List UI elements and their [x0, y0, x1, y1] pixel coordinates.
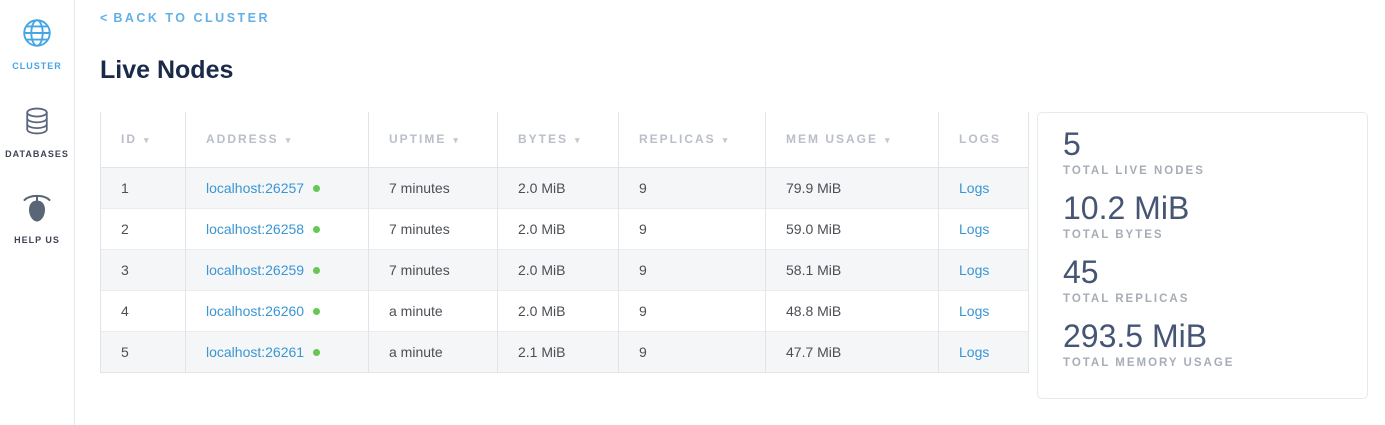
node-uptime-cell: a minute [369, 290, 498, 331]
table-body: 1 localhost:26257 7 minutes 2.0 MiB 9 79… [101, 167, 1029, 372]
node-address-cell: localhost:26257 [186, 167, 369, 208]
stat-total-bytes: 10.2 MiB TOTAL BYTES [1063, 190, 1367, 241]
column-header-uptime[interactable]: UPTIME▾ [369, 112, 498, 167]
stat-label: TOTAL MEMORY USAGE [1063, 357, 1367, 369]
sidebar: CLUSTER DATABASES HELP US [0, 0, 75, 425]
node-live-dot [313, 185, 320, 192]
sort-arrow-icon: ▾ [144, 135, 151, 145]
node-uptime-cell: a minute [369, 331, 498, 372]
node-logs-link[interactable]: Logs [959, 221, 989, 237]
table-row: 3 localhost:26259 7 minutes 2.0 MiB 9 58… [101, 249, 1029, 290]
column-header-logs: LOGS [939, 112, 1029, 167]
node-mem-usage-cell: 79.9 MiB [766, 167, 939, 208]
sort-arrow-icon: ▾ [453, 135, 460, 145]
node-address-cell: localhost:26261 [186, 331, 369, 372]
node-bytes-cell: 2.1 MiB [498, 331, 619, 372]
node-replicas-cell: 9 [619, 208, 766, 249]
column-header-replicas[interactable]: REPLICAS▾ [619, 112, 766, 167]
stat-label: TOTAL BYTES [1063, 229, 1367, 241]
summary-panel: 5 TOTAL LIVE NODES 10.2 MiB TOTAL BYTES … [1037, 112, 1368, 399]
table-row: 1 localhost:26257 7 minutes 2.0 MiB 9 79… [101, 167, 1029, 208]
databases-icon [21, 104, 53, 143]
node-id-cell: 4 [101, 290, 186, 331]
node-uptime-cell: 7 minutes [369, 167, 498, 208]
node-logs-cell: Logs [939, 249, 1029, 290]
node-bytes-cell: 2.0 MiB [498, 167, 619, 208]
stat-value: 293.5 MiB [1063, 318, 1367, 355]
back-chevron-icon: < [100, 11, 107, 25]
stat-label: TOTAL REPLICAS [1063, 293, 1367, 305]
node-live-dot [313, 267, 320, 274]
node-uptime-cell: 7 minutes [369, 249, 498, 290]
node-address-link[interactable]: localhost:26258 [206, 221, 304, 237]
sidebar-item-label: HELP US [14, 235, 60, 245]
node-logs-link[interactable]: Logs [959, 262, 989, 278]
node-replicas-cell: 9 [619, 167, 766, 208]
stat-value: 5 [1063, 126, 1367, 163]
sidebar-item-label: CLUSTER [12, 61, 62, 71]
globe-icon [20, 16, 54, 55]
stat-total-replicas: 45 TOTAL REPLICAS [1063, 254, 1367, 305]
node-id-cell: 1 [101, 167, 186, 208]
node-id-cell: 3 [101, 249, 186, 290]
node-logs-link[interactable]: Logs [959, 303, 989, 319]
table-row: 4 localhost:26260 a minute 2.0 MiB 9 48.… [101, 290, 1029, 331]
back-link-label: BACK TO CLUSTER [113, 11, 270, 25]
node-logs-cell: Logs [939, 208, 1029, 249]
node-mem-usage-cell: 59.0 MiB [766, 208, 939, 249]
node-address-cell: localhost:26260 [186, 290, 369, 331]
node-bytes-cell: 2.0 MiB [498, 208, 619, 249]
node-address-link[interactable]: localhost:26257 [206, 180, 304, 196]
cockroach-icon [22, 192, 52, 229]
node-address-link[interactable]: localhost:26259 [206, 262, 304, 278]
node-bytes-cell: 2.0 MiB [498, 290, 619, 331]
node-id-cell: 5 [101, 331, 186, 372]
node-logs-link[interactable]: Logs [959, 344, 989, 360]
node-id-cell: 2 [101, 208, 186, 249]
node-address-cell: localhost:26259 [186, 249, 369, 290]
page-title: Live Nodes [100, 56, 233, 85]
node-logs-cell: Logs [939, 331, 1029, 372]
table-row: 2 localhost:26258 7 minutes 2.0 MiB 9 59… [101, 208, 1029, 249]
node-logs-link[interactable]: Logs [959, 180, 989, 196]
node-live-dot [313, 308, 320, 315]
sort-arrow-icon: ▾ [885, 135, 892, 145]
sort-arrow-icon: ▾ [286, 135, 293, 145]
node-mem-usage-cell: 58.1 MiB [766, 249, 939, 290]
node-bytes-cell: 2.0 MiB [498, 249, 619, 290]
node-live-dot [313, 349, 320, 356]
node-replicas-cell: 9 [619, 249, 766, 290]
node-mem-usage-cell: 48.8 MiB [766, 290, 939, 331]
node-mem-usage-cell: 47.7 MiB [766, 331, 939, 372]
node-logs-cell: Logs [939, 167, 1029, 208]
back-to-cluster-link[interactable]: < BACK TO CLUSTER [100, 11, 270, 25]
stat-total-live-nodes: 5 TOTAL LIVE NODES [1063, 126, 1367, 177]
node-replicas-cell: 9 [619, 331, 766, 372]
column-header-bytes[interactable]: BYTES▾ [498, 112, 619, 167]
column-header-address[interactable]: ADDRESS▾ [186, 112, 369, 167]
sort-arrow-icon: ▾ [723, 135, 730, 145]
table-row: 5 localhost:26261 a minute 2.1 MiB 9 47.… [101, 331, 1029, 372]
sidebar-item-help-us[interactable]: HELP US [14, 192, 60, 245]
sidebar-item-label: DATABASES [5, 149, 69, 159]
node-replicas-cell: 9 [619, 290, 766, 331]
stat-value: 10.2 MiB [1063, 190, 1367, 227]
node-logs-cell: Logs [939, 290, 1029, 331]
node-address-link[interactable]: localhost:26261 [206, 344, 304, 360]
node-live-dot [313, 226, 320, 233]
column-header-id[interactable]: ID▾ [101, 112, 186, 167]
sort-arrow-icon: ▾ [575, 135, 582, 145]
sidebar-item-cluster[interactable]: CLUSTER [12, 16, 62, 71]
node-address-cell: localhost:26258 [186, 208, 369, 249]
live-nodes-table: ID▾ ADDRESS▾ UPTIME▾ BYTES▾ REPLICAS▾ ME… [100, 112, 1029, 373]
column-header-mem-usage[interactable]: MEM USAGE▾ [766, 112, 939, 167]
node-address-link[interactable]: localhost:26260 [206, 303, 304, 319]
sidebar-item-databases[interactable]: DATABASES [5, 104, 69, 159]
table-header: ID▾ ADDRESS▾ UPTIME▾ BYTES▾ REPLICAS▾ ME… [101, 112, 1029, 167]
stat-label: TOTAL LIVE NODES [1063, 165, 1367, 177]
stat-total-memory-usage: 293.5 MiB TOTAL MEMORY USAGE [1063, 318, 1367, 369]
node-uptime-cell: 7 minutes [369, 208, 498, 249]
stat-value: 45 [1063, 254, 1367, 291]
